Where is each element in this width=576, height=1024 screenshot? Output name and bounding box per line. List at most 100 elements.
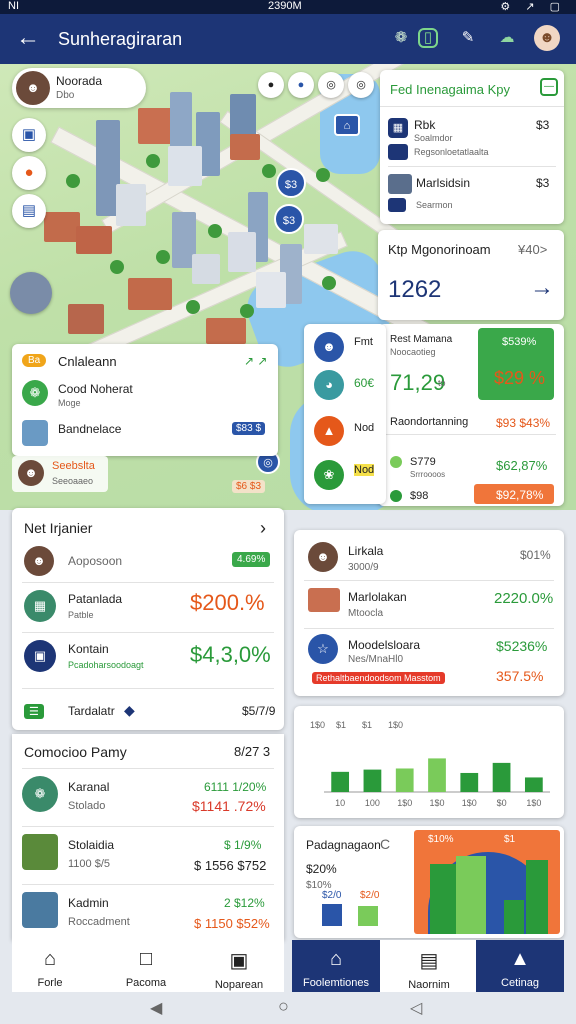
building [76, 226, 112, 254]
status-bar: NI 2390M ⚙ ↗ ▢ [0, 0, 576, 14]
tree [322, 276, 336, 290]
map-list-item[interactable]: ☻ Seebslta Seeoaaeo [12, 456, 108, 492]
map-layer-button[interactable]: ◎ [318, 72, 344, 98]
highlight-top: $539% [502, 336, 537, 348]
net-card: Net Irjanier › ☻ Aoposoon 4.69% ▦ Patanl… [12, 508, 284, 730]
back-icon[interactable]: ◀ [150, 998, 162, 1018]
map-tool-button[interactable]: ▤ [12, 194, 46, 228]
thumbnail [308, 588, 340, 612]
chevron-right-icon[interactable]: › [260, 518, 266, 539]
legend-card[interactable]: Ba Cnlaleann ↗ ↗ ❁ Cood Noherat Moge Ban… [12, 344, 278, 456]
footer-icon: ☰ [24, 704, 44, 719]
row-value: $4,3,0% [190, 642, 271, 667]
map-layer-button[interactable]: ● [288, 72, 314, 98]
legend-row-sub: Moge [58, 398, 81, 408]
map-pin[interactable]: $3 [274, 204, 304, 234]
side-list-label: Nod [354, 464, 375, 476]
profile-chip[interactable]: ☻ Noorada Dbo [12, 68, 146, 108]
chart-bar [460, 772, 479, 792]
chart-bar [322, 904, 342, 926]
company-row-sub: Stolado [68, 800, 106, 812]
panel-menu-icon[interactable]: — [540, 78, 558, 96]
divider [22, 826, 274, 827]
map-tool-button[interactable]: ● [12, 156, 46, 190]
stats-suffix: to [438, 378, 446, 388]
map-pin[interactable]: ⌂ [334, 114, 360, 136]
map-layer-button[interactable]: ◎ [348, 72, 374, 98]
status-icons: ⚙ ↗ ▢ [500, 1, 566, 13]
right-row-value: 2220.0% [494, 590, 554, 607]
row-value-badge: 4.69% [232, 552, 271, 567]
map-item-name: Seebslta [52, 460, 95, 472]
edit-icon[interactable]: ✎ [455, 25, 481, 51]
back-arrow-icon[interactable]: ← [16, 24, 40, 52]
thumbnail [22, 892, 58, 928]
legend-label: $1 [336, 720, 346, 730]
nav-label: Cetinag [501, 977, 539, 989]
company-card: Comocioo Pamy 8/27 3 ❁ Karanal Stolado 6… [12, 734, 284, 940]
tree [208, 224, 222, 238]
map-layer-button[interactable]: ● [258, 72, 284, 98]
divider [22, 688, 274, 689]
chart-bar [428, 758, 446, 792]
home-icon: ⌂ [43, 948, 57, 970]
recents-icon[interactable]: ◁ [410, 998, 422, 1018]
divider [22, 632, 274, 633]
item-price: $3 [536, 176, 550, 190]
system-nav: ◀ ○ ◁ [0, 994, 576, 1024]
location-photo[interactable] [10, 272, 52, 314]
nav-home[interactable]: ⌂ Forle [22, 948, 78, 989]
nav-cetinag[interactable]: ▲ Cetinag [476, 940, 564, 992]
chart-bar [358, 906, 378, 926]
lighthouse-icon: ▲ [314, 416, 344, 446]
item-sub: Regsonloetatlaalta [414, 147, 489, 157]
map-tool-button[interactable]: ▣ [12, 118, 46, 152]
expand-icon[interactable]: ↗ ↗ [244, 354, 267, 368]
side-list-label: Nod [354, 422, 375, 434]
nav-label: Forle [37, 977, 63, 989]
bottom-nav-left: ⌂ Forle □ Pacoma ▣ Noparean [12, 940, 284, 992]
nav-naornim[interactable]: ▤ Naornim [388, 948, 470, 991]
side-list-label: 60€ [354, 376, 375, 390]
nav-label: Naornim [408, 979, 450, 991]
building [68, 304, 104, 334]
building [168, 146, 202, 186]
avatar[interactable]: ☻ [534, 25, 560, 51]
legend-label: $1 [362, 720, 372, 730]
right-row-sub: Nes/MnaHl0 [348, 654, 404, 665]
avatar: ☻ [308, 542, 338, 572]
building [170, 92, 192, 152]
summary-title: Ktp Mgonorinoam [388, 242, 491, 257]
map-pin[interactable]: $3 [276, 168, 306, 198]
sub-row-sub: Srrroooos [410, 470, 446, 479]
home-icon[interactable]: ○ [278, 996, 289, 1017]
avatar: ☻ [16, 71, 50, 105]
side-list-label: Fmt [354, 336, 373, 348]
refresh-icon[interactable]: C [380, 836, 390, 852]
nav-foolemtiones[interactable]: ⌂ Foolemtiones [292, 940, 380, 992]
bottom-chart-title: Padagnagaon [306, 838, 381, 852]
company-row-name: Stolaidia [68, 838, 115, 852]
legend-badge: Ba [22, 354, 47, 367]
company-row-name: Karanal [68, 780, 110, 794]
divider [380, 106, 564, 107]
stats-label: Rest Mamana [390, 334, 453, 345]
thumbnail [22, 834, 58, 870]
sub-row-value: $62,87% [496, 458, 548, 473]
nav-noparean[interactable]: ▣ Noparean [208, 948, 270, 991]
row-sub: Pcadoharsoodoagt [68, 660, 144, 670]
weather-icon[interactable]: ☁ [494, 25, 520, 51]
nav-pacoma[interactable]: □ Pacoma [116, 948, 176, 989]
summary-big-value: 1262 [388, 276, 442, 303]
diamond-icon: ◆ [124, 702, 135, 718]
status-left: NI [8, 0, 19, 12]
arrow-right-icon[interactable]: → [530, 274, 554, 302]
chart-bar [524, 777, 543, 792]
chart-bar [395, 768, 414, 792]
leaf-icon[interactable]: ❁ [388, 25, 414, 51]
summary-card[interactable]: Ktp Mgonorinoam ¥40> 1262 → [378, 230, 564, 320]
chart-bar [331, 771, 350, 792]
row-sub: Patble [68, 610, 94, 620]
chat-icon[interactable]: ▯ [418, 28, 438, 48]
right-row-value: 357.5% [496, 668, 544, 684]
